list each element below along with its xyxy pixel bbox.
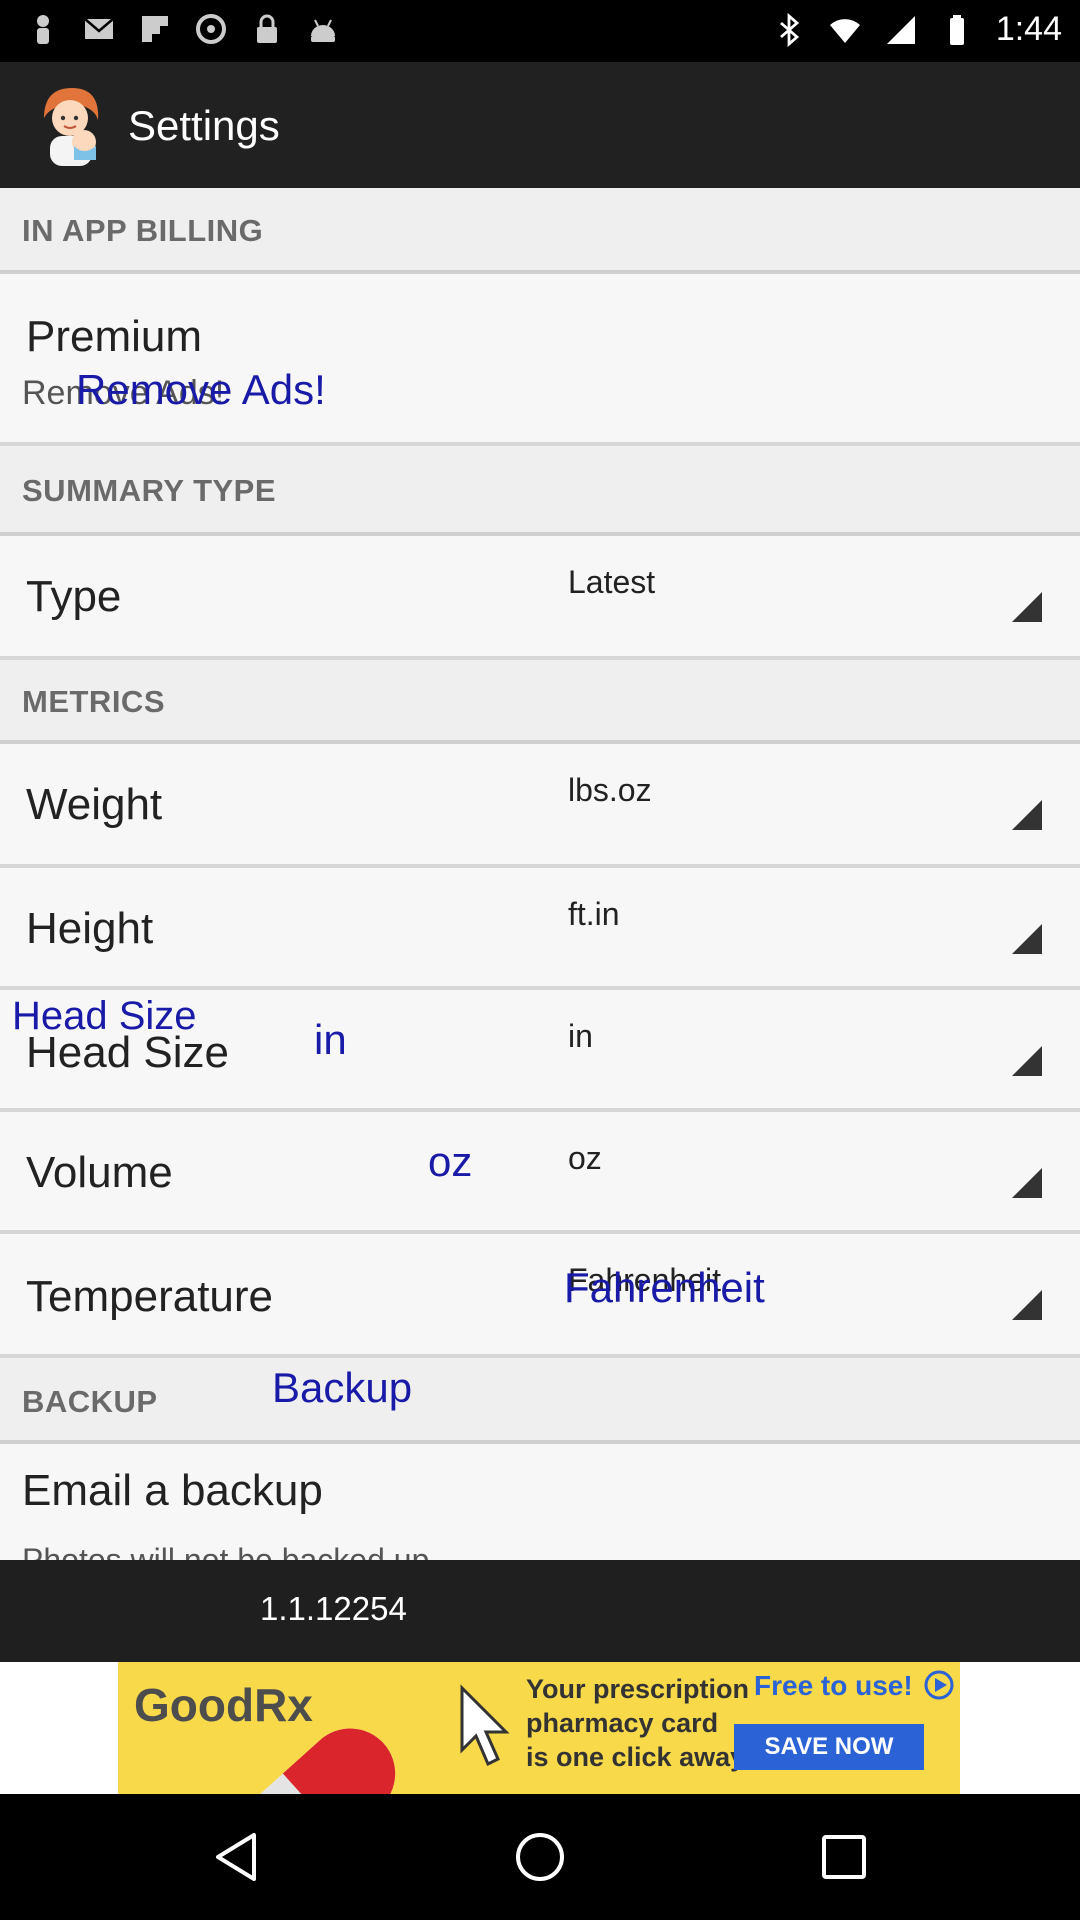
preference-title: Premium [26, 312, 203, 361]
settings-list[interactable]: IN APP BILLING Premium Remove Ads! SUMMA… [0, 188, 1080, 1560]
ad-area: GoodRx Your prescription pharmacy card i… [0, 1662, 1080, 1794]
cursor-icon [460, 1684, 510, 1767]
premium-overlay-label: Remove Ads! [76, 366, 326, 413]
preference-summary: Photos will not be backed up [22, 1542, 430, 1560]
dropdown-corner-icon [1012, 1290, 1042, 1320]
dropdown-corner-icon [1012, 924, 1042, 954]
preference-title: Weight [26, 780, 163, 829]
section-label: METRICS [22, 684, 165, 719]
section-label: IN APP BILLING [22, 213, 264, 248]
preference-value: oz [568, 1140, 602, 1176]
volume-overlay-value: oz [428, 1138, 473, 1185]
section-header-backup: BACKUP [0, 1358, 1080, 1444]
preference-title: Volume [26, 1148, 173, 1197]
version-text: 1.1.12254 [260, 1590, 407, 1627]
back-icon[interactable] [206, 1827, 266, 1887]
type-preference[interactable]: Type Latest [0, 536, 1080, 660]
ad-choices-icon[interactable] [924, 1670, 954, 1700]
page-title: Settings [128, 102, 280, 149]
signal-icon [886, 15, 915, 44]
dropdown-corner-icon [1012, 592, 1042, 622]
settings-icon [196, 14, 226, 44]
wifi-icon [829, 18, 860, 43]
height-preference[interactable]: Height ft.in [0, 868, 1080, 990]
dropdown-corner-icon [1012, 1168, 1042, 1198]
head-size-overlay-value: in [314, 1016, 347, 1063]
recents-icon[interactable] [814, 1827, 874, 1887]
preference-title: Height [26, 904, 154, 953]
home-icon[interactable] [510, 1827, 570, 1887]
status-bar: 1:44 [0, 0, 1080, 62]
action-bar: Settings [0, 62, 1080, 188]
bluetooth-icon [779, 12, 799, 47]
preference-value: in [568, 1018, 593, 1054]
person-icon [37, 15, 49, 44]
email-backup-preference[interactable]: Email a backup Photos will not be backed… [0, 1444, 1080, 1560]
ad-text-line1: Your prescription [526, 1674, 750, 1704]
version-bar: 1.1.12254 [0, 1560, 1080, 1662]
flipboard-icon [142, 16, 168, 42]
temperature-preference[interactable]: Temperature Fahrenheit [0, 1234, 1080, 1358]
ad-save-now-button[interactable]: SAVE NOW [734, 1724, 924, 1770]
mail-icon [84, 18, 114, 39]
weight-preference[interactable]: Weight lbs.oz [0, 744, 1080, 868]
section-header-metrics: METRICS [0, 660, 1080, 744]
preference-title: Type [26, 572, 122, 621]
android-icon [311, 19, 335, 42]
baby-app-icon[interactable] [36, 82, 108, 168]
backup-overlay-label: Backup [272, 1364, 413, 1411]
battery-icon [949, 14, 964, 45]
preference-value: ft.in [568, 896, 620, 932]
section-label: SUMMARY TYPE [22, 473, 277, 508]
preference-value: Latest [568, 564, 656, 600]
dropdown-corner-icon [1012, 800, 1042, 830]
head-size-overlay-label: Head Size [12, 994, 197, 1038]
ad-free-text: Free to use! [754, 1670, 913, 1701]
preference-title: Email a backup [22, 1466, 323, 1515]
temperature-overlay-value: Fahrenheit [564, 1264, 765, 1311]
preference-value: lbs.oz [568, 772, 652, 808]
ad-banner[interactable]: GoodRx Your prescription pharmacy card i… [118, 1662, 960, 1794]
ad-brand-logo: GoodRx [134, 1679, 313, 1731]
section-header-billing: IN APP BILLING [0, 188, 1080, 274]
navigation-bar [0, 1794, 1080, 1920]
section-label: BACKUP [22, 1384, 158, 1419]
volume-preference[interactable]: Volume oz [0, 1112, 1080, 1234]
premium-preference[interactable]: Premium Remove Ads! [0, 274, 1080, 446]
dropdown-corner-icon [1012, 1046, 1042, 1076]
ad-text-line3: is one click away. [526, 1742, 751, 1772]
clock: 1:44 [995, 10, 1062, 48]
ad-text-line2: pharmacy card [526, 1708, 719, 1738]
section-header-summary: SUMMARY TYPE [0, 446, 1080, 536]
preference-title: Temperature [26, 1272, 274, 1321]
lock-icon [257, 14, 277, 43]
